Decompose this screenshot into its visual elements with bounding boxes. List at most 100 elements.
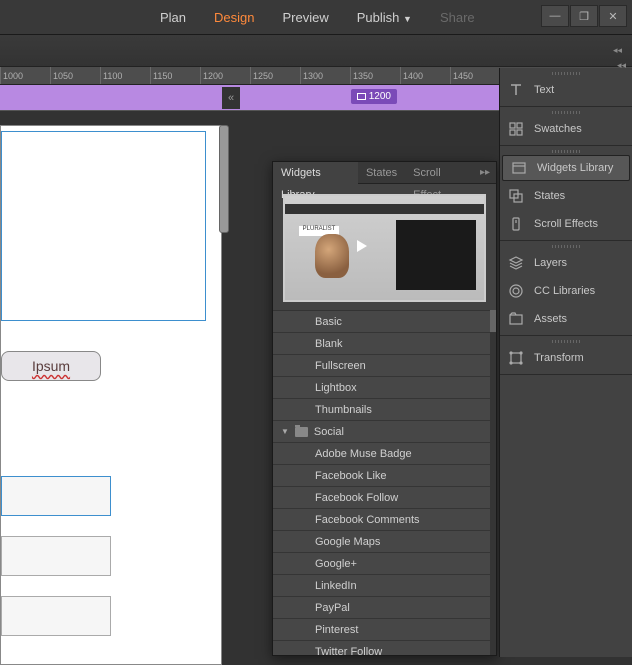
transform-icon [508, 350, 524, 366]
toolbar-strip: ◂◂ [0, 35, 632, 67]
widget-list: BasicBlankFullscreenLightboxThumbnails▼ S… [273, 310, 490, 655]
ruler-tick: 1100 [100, 67, 150, 84]
chevron-down-icon: ▼ [403, 14, 412, 24]
text-element[interactable]: Ipsum [1, 351, 101, 381]
panel-label: Scroll Effects [534, 218, 598, 230]
panel-group: Layers CC Libraries Assets [500, 241, 632, 336]
widget-item[interactable]: Facebook Comments [273, 509, 490, 531]
panel-swatches[interactable]: Swatches [500, 115, 632, 143]
ruler-tick: 1050 [50, 67, 100, 84]
widget-item[interactable]: Thumbnails [273, 399, 490, 421]
panel-states[interactable]: States [500, 182, 632, 210]
menu-preview[interactable]: Preview [283, 10, 329, 25]
tab-states[interactable]: States [358, 162, 405, 184]
panel-group: Widgets Library States Scroll Effects [500, 146, 632, 241]
panel-group: Swatches [500, 107, 632, 146]
ruler-tick: 1000 [0, 67, 50, 84]
menu-design[interactable]: Design [214, 10, 254, 25]
panel-scroll-thumb[interactable] [490, 310, 496, 332]
panel-transform[interactable]: Transform [500, 344, 632, 372]
panel-group: Text [500, 68, 632, 107]
tab-widgets-library[interactable]: Widgets Library [273, 162, 358, 184]
ruler-tick: 1400 [400, 67, 450, 84]
layers-icon [508, 255, 524, 271]
panel-tabs: Widgets Library States Scroll Effect ▸▸ [273, 162, 496, 184]
menu-plan[interactable]: Plan [160, 10, 186, 25]
cc-icon [508, 283, 524, 299]
widget-item[interactable]: Fullscreen [273, 355, 490, 377]
panel-widgets-library[interactable]: Widgets Library [502, 155, 630, 181]
widget-category-label: Social [314, 421, 344, 443]
widget-category[interactable]: ▼ Social [273, 421, 490, 443]
folder-icon [295, 427, 308, 437]
ruler-tick: 1150 [150, 67, 200, 84]
design-canvas[interactable]: Ipsum [0, 125, 222, 665]
panel-scroll-effects[interactable]: Scroll Effects [500, 210, 632, 238]
tab-scroll-effect[interactable]: Scroll Effect [405, 162, 474, 184]
panel-assets[interactable]: Assets [500, 305, 632, 333]
widget-item[interactable]: Facebook Like [273, 465, 490, 487]
ruler-tick: 1300 [300, 67, 350, 84]
panel-scrollbar[interactable] [490, 310, 496, 655]
play-icon [357, 240, 367, 252]
widget-item[interactable]: Google+ [273, 553, 490, 575]
panel-menu-icon[interactable]: ▸▸ [474, 167, 496, 178]
widget-item[interactable]: LinkedIn [273, 575, 490, 597]
ruler-tick: 1200 [200, 67, 250, 84]
maximize-button[interactable]: ❐ [570, 5, 598, 27]
widget-item[interactable]: Basic [273, 311, 490, 333]
panel-label: Text [534, 84, 554, 96]
panel-label: States [534, 190, 565, 202]
window-controls: — ❐ ✕ [540, 5, 627, 27]
text-icon [508, 82, 524, 98]
breakpoint-collapse-icon[interactable]: « [222, 87, 240, 109]
ruler-tick: 1350 [350, 67, 400, 84]
panel-text[interactable]: Text [500, 76, 632, 104]
widget-item[interactable]: Facebook Follow [273, 487, 490, 509]
panel-label: CC Libraries [534, 285, 595, 297]
close-button[interactable]: ✕ [599, 5, 627, 27]
swatches-icon [508, 121, 524, 137]
widget-item[interactable]: Adobe Muse Badge [273, 443, 490, 465]
panel-label: Assets [534, 313, 567, 325]
panel-label: Swatches [534, 123, 582, 135]
menu-share: Share [440, 10, 475, 25]
minimize-button[interactable]: — [541, 5, 569, 27]
ruler-tick: 1250 [250, 67, 300, 84]
panel-grip-icon[interactable] [500, 148, 632, 154]
canvas-box[interactable] [1, 476, 111, 516]
menu-publish[interactable]: Publish ▼ [357, 10, 412, 25]
scrollfx-icon [508, 216, 524, 232]
panel-label: Transform [534, 352, 584, 364]
dock-collapse-icon[interactable]: ◂◂ [617, 60, 626, 71]
panel-label: Widgets Library [537, 162, 613, 174]
panel-layers[interactable]: Layers [500, 249, 632, 277]
breakpoint-icon [357, 93, 366, 100]
canvas-box[interactable] [1, 596, 111, 636]
widget-item[interactable]: Lightbox [273, 377, 490, 399]
assets-icon [508, 311, 524, 327]
widget-preview: PLURALIST [283, 194, 486, 302]
right-panel-dock: ◂◂ TextSwatchesWidgets LibraryStatesScro… [499, 68, 632, 657]
panel-cc-libraries[interactable]: CC Libraries [500, 277, 632, 305]
widgets-icon [511, 160, 527, 176]
collapse-handle-icon[interactable]: ◂◂ [613, 45, 622, 56]
states-icon [508, 188, 524, 204]
widget-item[interactable]: Blank [273, 333, 490, 355]
canvas-box[interactable] [1, 536, 111, 576]
ruler-tick: 1450 [450, 67, 500, 84]
panel-group: Transform [500, 336, 632, 375]
preview-thumbnail: PLURALIST [285, 196, 484, 300]
widget-item[interactable]: Twitter Follow [273, 641, 490, 655]
widget-item[interactable]: Google Maps [273, 531, 490, 553]
widget-item[interactable]: Pinterest [273, 619, 490, 641]
breakpoint-value: 1200 [369, 91, 391, 102]
canvas-scroll-handle[interactable] [219, 125, 229, 233]
chevron-down-icon: ▼ [281, 421, 289, 443]
canvas-frame[interactable] [1, 131, 206, 321]
panel-label: Layers [534, 257, 567, 269]
widgets-library-panel: Widgets Library States Scroll Effect ▸▸ … [272, 161, 497, 656]
top-menu: Plan Design Preview Publish ▼ Share [0, 0, 632, 35]
widget-item[interactable]: PayPal [273, 597, 490, 619]
breakpoint-marker[interactable]: 1200 [351, 89, 397, 104]
